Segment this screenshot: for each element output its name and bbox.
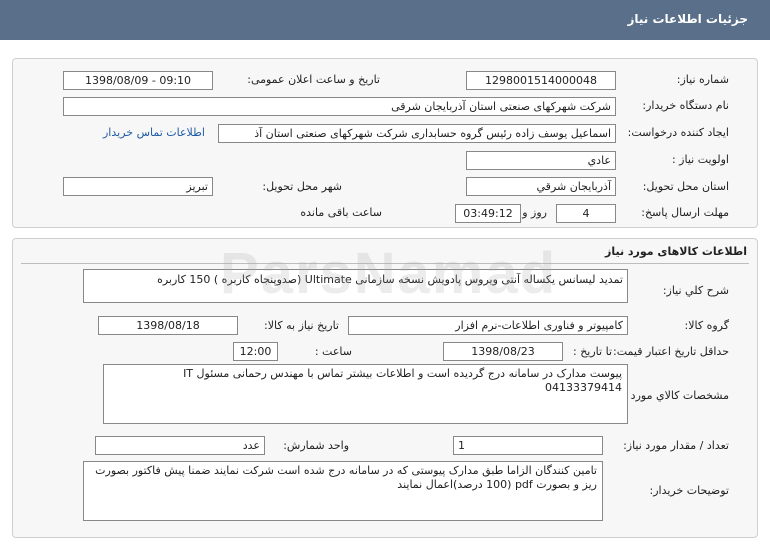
time-left-label: ساعت باقی مانده bbox=[300, 206, 382, 219]
buyer-org-field[interactable]: شرکت شهرکهای صنعتی استان آذربایجان شرقی bbox=[63, 97, 616, 116]
priority-label: اولویت نیاز : bbox=[671, 153, 729, 166]
priority-field[interactable]: عادي bbox=[466, 151, 616, 170]
buyer-notes-field[interactable]: تامین کنندگان الزاما طبق مدارک پیوستی که… bbox=[83, 461, 603, 521]
goods-info-panel: اطلاعات کالاهای مورد نیاز شرح کلي نیاز: … bbox=[12, 238, 758, 538]
city-label: شهر محل تحویل: bbox=[262, 180, 342, 193]
group-field[interactable]: کامپیوتر و فناوری اطلاعات-نرم افزار bbox=[348, 316, 628, 335]
qty-field[interactable]: 1 bbox=[453, 436, 603, 455]
validity-date-field[interactable]: 1398/08/23 bbox=[443, 342, 563, 361]
buyer-contact-link[interactable]: اطلاعات تماس خریدار bbox=[103, 126, 205, 139]
need-info-panel: شماره نیاز: 1298001514000048 تاریخ و ساع… bbox=[12, 58, 758, 228]
page-header: جزئیات اطلاعات نیاز bbox=[0, 0, 770, 40]
hour-label: ساعت : bbox=[314, 345, 352, 358]
unit-label: واحد شمارش: bbox=[283, 439, 349, 452]
validity-to-label: تا تاریخ : bbox=[573, 345, 612, 358]
city-field[interactable]: تبريز bbox=[63, 177, 213, 196]
desc-label: شرح کلي نیاز: bbox=[662, 284, 729, 297]
buyer-notes-label: توضیحات خریدار: bbox=[649, 484, 730, 497]
creator-field[interactable]: اسماعیل یوسف زاده رئیس گروه حسابداری شرک… bbox=[218, 124, 616, 143]
announce-field[interactable]: 1398/08/09 - 09:10 bbox=[63, 71, 213, 90]
days-field[interactable]: 4 bbox=[556, 204, 616, 223]
unit-field[interactable]: عدد bbox=[95, 436, 265, 455]
desc-field[interactable]: تمدید لیسانس یکساله آنتی ویروس پادویش نس… bbox=[83, 269, 628, 303]
group-label: گروه کالا: bbox=[684, 319, 729, 332]
province-label: استان محل تحویل: bbox=[642, 180, 729, 193]
qty-label: تعداد / مقدار مورد نیاز: bbox=[623, 439, 729, 452]
hour-field[interactable]: 12:00 bbox=[233, 342, 278, 361]
section-divider bbox=[21, 263, 749, 264]
buyer-org-label: نام دستگاه خریدار: bbox=[642, 99, 729, 112]
need-number-label: شماره نیاز: bbox=[676, 73, 729, 86]
need-number-field[interactable]: 1298001514000048 bbox=[466, 71, 616, 90]
time-left-field[interactable]: 03:49:12 bbox=[455, 204, 521, 223]
need-date-field[interactable]: 1398/08/18 bbox=[98, 316, 238, 335]
province-field[interactable]: آذربایجان شرقي bbox=[466, 177, 616, 196]
specs-field[interactable]: پیوست مدارک در سامانه درج گردیده است و ا… bbox=[103, 364, 628, 424]
goods-section-title: اطلاعات کالاهای مورد نیاز bbox=[605, 245, 747, 258]
need-date-label: تاریخ نیاز به کالا: bbox=[264, 319, 339, 332]
announce-label: تاریخ و ساعت اعلان عمومی: bbox=[247, 73, 380, 86]
creator-label: ایجاد کننده درخواست: bbox=[627, 126, 729, 139]
page-title: جزئیات اطلاعات نیاز bbox=[627, 12, 748, 26]
validity-label: حداقل تاریخ اعتبار قیمت: bbox=[613, 345, 729, 358]
deadline-label: مهلت ارسال پاسخ: bbox=[641, 206, 729, 219]
days-word: روز و bbox=[522, 206, 547, 219]
